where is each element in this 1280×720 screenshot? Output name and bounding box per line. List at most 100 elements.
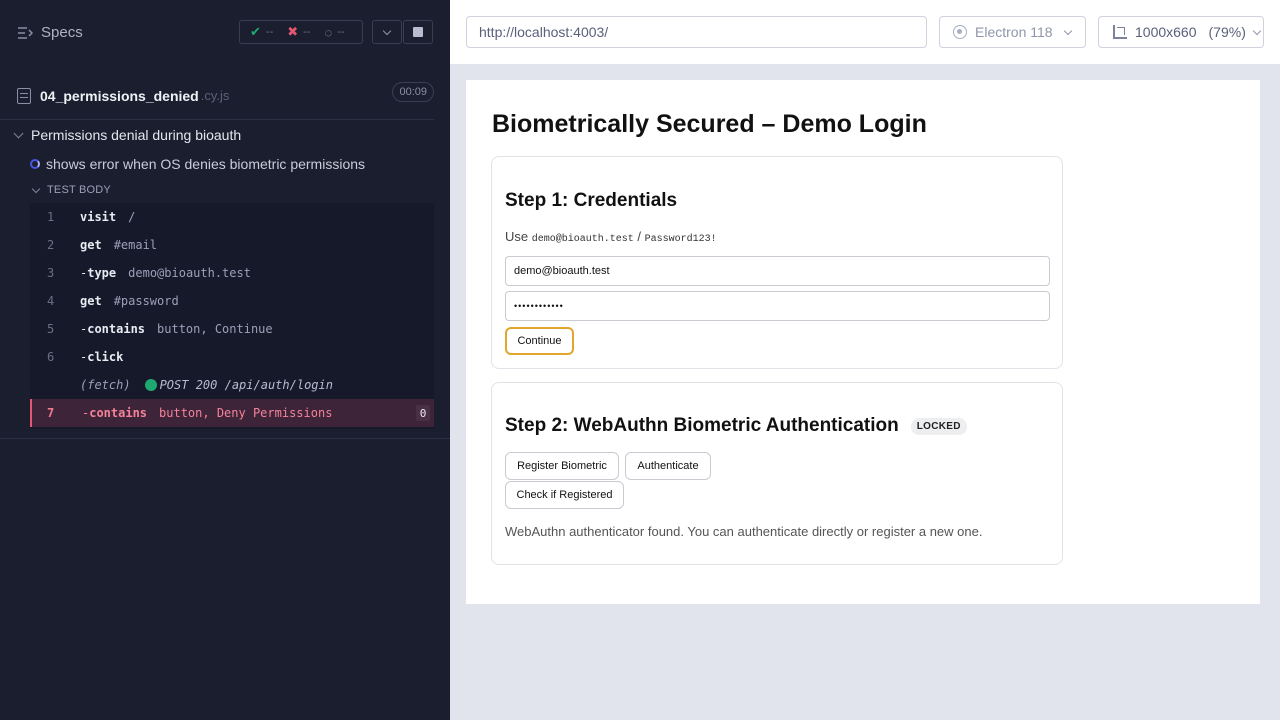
register-biometric-button[interactable]: Register Biometric [505, 452, 619, 480]
command-number: 6 [47, 350, 55, 364]
ruler-icon [1113, 25, 1127, 39]
command-dash: - [80, 350, 88, 364]
cypress-reporter: Specs ✔ -- ✖ -- ◌ -- 04_permissions_denied … [0, 0, 450, 720]
check-registered-button[interactable]: Check if Registered [505, 481, 624, 509]
test-title[interactable]: shows error when OS denies biometric per… [0, 153, 434, 175]
viewport-size: 1000x660 [1135, 24, 1197, 40]
failed-command-row[interactable]: 7 - contains button, Deny Permissions 0 [30, 399, 434, 427]
hint-password: Password123! [644, 234, 717, 245]
command-name: visit [80, 210, 117, 224]
step2-heading: Step 2: WebAuthn Biometric Authenticatio… [505, 415, 967, 437]
viewport-zoom: (79%) [1208, 24, 1246, 40]
command-row[interactable]: 2 get #email [30, 231, 434, 259]
command-name: contains [87, 322, 146, 336]
chevron-down-icon [13, 128, 24, 139]
stop-icon [413, 27, 423, 37]
divider [0, 438, 450, 439]
suite-label: Permissions denial during bioauth [31, 127, 242, 143]
stop-button[interactable] [403, 20, 433, 44]
locked-badge: LOCKED [910, 417, 967, 435]
command-message: #password [113, 294, 179, 308]
specs-list-icon [17, 26, 33, 40]
command-message: #email [113, 238, 158, 252]
test-body-label: TEST BODY [47, 184, 111, 196]
password-input[interactable]: •••••••••••• [505, 291, 1050, 321]
spec-header: 04_permissions_denied .cy.js 00:09 [0, 72, 434, 120]
url-field[interactable]: http://localhost:4003/ [466, 16, 927, 48]
chevron-down-icon [1063, 26, 1072, 35]
command-name: (fetch) [80, 378, 131, 392]
page-title: Biometrically Secured – Demo Login [492, 110, 927, 138]
command-number: 5 [47, 322, 55, 336]
status-ok-dot-icon [144, 379, 157, 391]
hint-separator: / [637, 229, 642, 244]
email-input[interactable]: demo@bioauth.test [505, 256, 1050, 286]
command-message: / [128, 210, 136, 224]
command-row[interactable]: 4 get #password [30, 287, 434, 315]
passed-stat: ✔ -- [250, 24, 273, 40]
step1-heading: Step 1: Credentials [505, 190, 678, 211]
command-dash: - [80, 266, 88, 280]
spec-duration: 00:09 [392, 82, 434, 102]
chevron-down-icon [1252, 26, 1262, 35]
electron-icon [953, 25, 967, 39]
test-label: shows error when OS denies biometric per… [46, 156, 366, 172]
options-dropdown-button[interactable] [372, 20, 402, 44]
app-page: Biometrically Secured – Demo Login Step … [466, 80, 1260, 604]
element-count-badge: 0 [416, 405, 430, 421]
viewport-selector[interactable]: 1000x660 (79%) [1098, 16, 1264, 48]
command-name: type [87, 266, 117, 280]
command-row[interactable]: 3 - type demo@bioauth.test [30, 259, 434, 287]
command-row[interactable]: 5 - contains button, Continue [30, 315, 434, 343]
command-row[interactable]: 1 visit / [30, 203, 434, 231]
webauthn-status: WebAuthn authenticator found. You can au… [505, 524, 983, 539]
hint-email: demo@bioauth.test [531, 234, 634, 245]
app-under-test-panel: http://localhost:4003/ Electron 118 1000… [450, 0, 1280, 720]
webauthn-card: Step 2: WebAuthn Biometric Authenticatio… [491, 382, 1063, 565]
specs-toggle[interactable]: Specs [17, 24, 83, 41]
test-stats: ✔ -- ✖ -- ◌ -- [239, 20, 363, 44]
pending-icon: ◌ [324, 24, 333, 40]
command-message: button, Deny Permissions [159, 406, 333, 420]
check-icon: ✔ [250, 24, 261, 39]
test-body-toggle[interactable]: TEST BODY [0, 181, 434, 199]
browser-label: Electron 118 [975, 24, 1053, 40]
chevron-down-icon [382, 26, 392, 35]
hint-prefix: Use [505, 229, 529, 244]
command-name: click [87, 350, 124, 364]
fetch-row[interactable]: (fetch) POST 200 /api/auth/login [30, 371, 434, 399]
pending-stat: ◌ -- [324, 25, 344, 40]
browser-selector[interactable]: Electron 118 [939, 16, 1086, 48]
continue-button[interactable]: Continue [505, 327, 574, 355]
specs-label: Specs [41, 24, 83, 41]
command-dash: - [80, 322, 88, 336]
failed-stat: ✖ -- [287, 24, 310, 40]
credentials-card: Step 1: Credentials Use demo@bioauth.tes… [491, 156, 1063, 369]
command-message: POST 200 /api/auth/login [144, 378, 333, 392]
command-message: button, Continue [157, 322, 273, 336]
aut-header: http://localhost:4003/ Electron 118 1000… [450, 0, 1280, 64]
command-name: get [80, 294, 102, 308]
credentials-hint: Use demo@bioauth.test / Password123! [505, 229, 717, 245]
command-message: demo@bioauth.test [128, 266, 251, 280]
passed-count: -- [265, 26, 274, 38]
reporter-header: Specs ✔ -- ✖ -- ◌ -- [0, 0, 450, 64]
command-name: contains [89, 406, 148, 420]
file-icon [17, 87, 31, 104]
command-name: get [80, 238, 102, 252]
pending-count: -- [337, 26, 345, 38]
cross-icon: ✖ [287, 24, 299, 39]
fetch-message: POST 200 /api/auth/login [159, 378, 333, 392]
step2-heading-text: Step 2: WebAuthn Biometric Authenticatio… [505, 415, 899, 436]
authenticate-button[interactable]: Authenticate [625, 452, 711, 480]
suite-title[interactable]: Permissions denial during bioauth [0, 124, 434, 146]
command-number: 2 [47, 238, 55, 252]
failed-count: -- [303, 26, 311, 38]
chevron-down-icon [31, 184, 41, 193]
spec-extension: .cy.js [200, 88, 230, 103]
running-spinner-icon [30, 159, 40, 169]
command-log: 1 visit / 2 get #email 3 - type demo@bio… [30, 203, 434, 429]
command-number: 7 [47, 406, 55, 420]
command-row[interactable]: 6 - click [30, 343, 434, 371]
spec-name: 04_permissions_denied [40, 87, 199, 104]
